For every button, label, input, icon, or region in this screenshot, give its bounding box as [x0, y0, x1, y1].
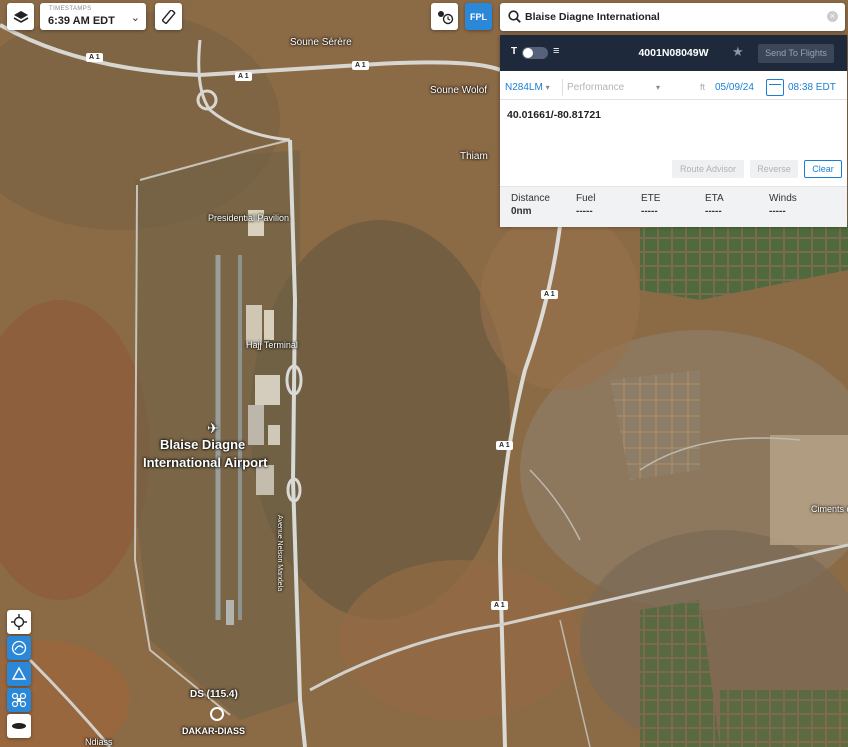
- route-advisor-button[interactable]: Route Advisor: [672, 160, 744, 178]
- recenter-icon: [11, 614, 27, 630]
- stat-value: 0nm: [511, 206, 532, 217]
- departure-time[interactable]: 08:38 EDT: [788, 82, 836, 93]
- stat-eta: ETA -----: [705, 193, 724, 217]
- recenter-button[interactable]: [7, 610, 31, 634]
- performance-select[interactable]: Performance ▾: [562, 79, 663, 96]
- road-shield: A 1: [86, 53, 103, 62]
- stat-label: ETA: [705, 193, 724, 204]
- triangle-icon: [11, 666, 27, 680]
- timestamps-label: TIMESTAMPS: [49, 6, 92, 12]
- drone-icon: [11, 692, 27, 708]
- ellipse-icon: [12, 723, 26, 729]
- drone-tool-button[interactable]: [7, 688, 31, 712]
- stat-label: Winds: [769, 193, 797, 204]
- route-input[interactable]: 40.01661/-80.81721: [507, 109, 601, 121]
- triangle-tool-button[interactable]: [7, 662, 31, 686]
- poi-label: Hajj Terminal: [246, 340, 298, 350]
- calendar-icon[interactable]: [766, 79, 784, 96]
- performance-placeholder: Performance: [567, 82, 625, 93]
- clear-icon[interactable]: ×: [827, 11, 838, 22]
- layers-icon: [13, 10, 28, 23]
- stat-value: -----: [705, 206, 722, 217]
- place-label: Thiam: [460, 151, 488, 162]
- road-shield: A 1: [496, 441, 513, 450]
- place-label: Soune Wolof: [430, 85, 488, 96]
- clear-button[interactable]: Clear: [804, 160, 842, 178]
- stat-value: -----: [769, 206, 786, 217]
- search-input[interactable]: Blaise Diagne International: [525, 11, 660, 23]
- road-shield: A 1: [491, 601, 508, 610]
- layers-button[interactable]: [7, 3, 34, 30]
- route-tool-button[interactable]: [7, 636, 31, 660]
- aircraft-label: N284LM: [505, 82, 543, 93]
- road-shield: A 1: [541, 290, 558, 299]
- route-icon: [11, 640, 27, 656]
- altitude-unit: ft: [700, 82, 706, 92]
- ruler-icon: [161, 9, 175, 24]
- weather-clock-icon: [437, 10, 453, 24]
- panel-header: T ≡ 4001N08049W ★ Send To Flights: [500, 35, 847, 71]
- stat-value: -----: [641, 206, 658, 217]
- stat-value: -----: [576, 206, 593, 217]
- fpl-button[interactable]: FPL: [465, 3, 492, 30]
- stat-distance: Distance 0nm: [511, 193, 550, 217]
- departure-date[interactable]: 05/09/24: [715, 82, 754, 93]
- road-label: Avenue Nelson Mandela: [276, 515, 283, 592]
- airport-label: International Airport: [143, 455, 268, 470]
- timestamp-value: 6:39 AM EDT: [48, 15, 115, 27]
- stat-label: Fuel: [576, 193, 596, 204]
- airport-plane-icon: ✈: [207, 420, 219, 436]
- flight-plan-panel: T ≡ 4001N08049W ★ Send To Flights N284LM…: [500, 35, 847, 227]
- weather-clock-button[interactable]: [431, 3, 458, 30]
- aircraft-selector[interactable]: N284LM ▾: [505, 82, 550, 93]
- vor-icon[interactable]: [210, 707, 224, 721]
- ruler-button[interactable]: [155, 3, 182, 30]
- fpl-label: FPL: [470, 11, 487, 22]
- poi-label: Presidential Pavilion: [208, 213, 290, 223]
- search-bar[interactable]: Blaise Diagne International ×: [500, 3, 845, 31]
- star-icon[interactable]: ★: [732, 44, 744, 60]
- road-shield: A 1: [352, 61, 369, 70]
- flight-stats: Distance 0nm Fuel ----- ETE ----- ETA --…: [500, 186, 847, 227]
- stat-label: ETE: [641, 193, 661, 204]
- send-to-flights-button[interactable]: Send To Flights: [758, 44, 834, 63]
- search-icon: [508, 10, 521, 23]
- place-label: Soune Sérère: [290, 37, 352, 48]
- chevron-down-icon: ▾: [545, 83, 550, 92]
- place-label: Ciments du Sa: [811, 504, 848, 514]
- stat-fuel: Fuel -----: [576, 193, 595, 217]
- airport-label: Blaise Diagne: [160, 437, 246, 452]
- navaid-name: DAKAR-DIASS: [182, 726, 245, 736]
- ellipse-tool-button[interactable]: [7, 714, 31, 738]
- timestamp-selector[interactable]: TIMESTAMPS 6:39 AM EDT ⌄: [40, 3, 146, 30]
- chevron-down-icon: ⌄: [130, 12, 140, 24]
- place-label: Ndiass: [85, 737, 113, 747]
- stat-ete: ETE -----: [641, 193, 660, 217]
- navaid-label: DS (115.4): [190, 689, 238, 700]
- reverse-button[interactable]: Reverse: [750, 160, 798, 178]
- road-shield: A 1: [235, 72, 252, 81]
- flight-params-row: N284LM ▾ Performance ▾ ft 05/09/24 08:38 …: [500, 75, 847, 100]
- stat-winds: Winds -----: [769, 193, 797, 217]
- chevron-down-icon: ▾: [655, 83, 660, 92]
- stat-label: Distance: [511, 193, 550, 204]
